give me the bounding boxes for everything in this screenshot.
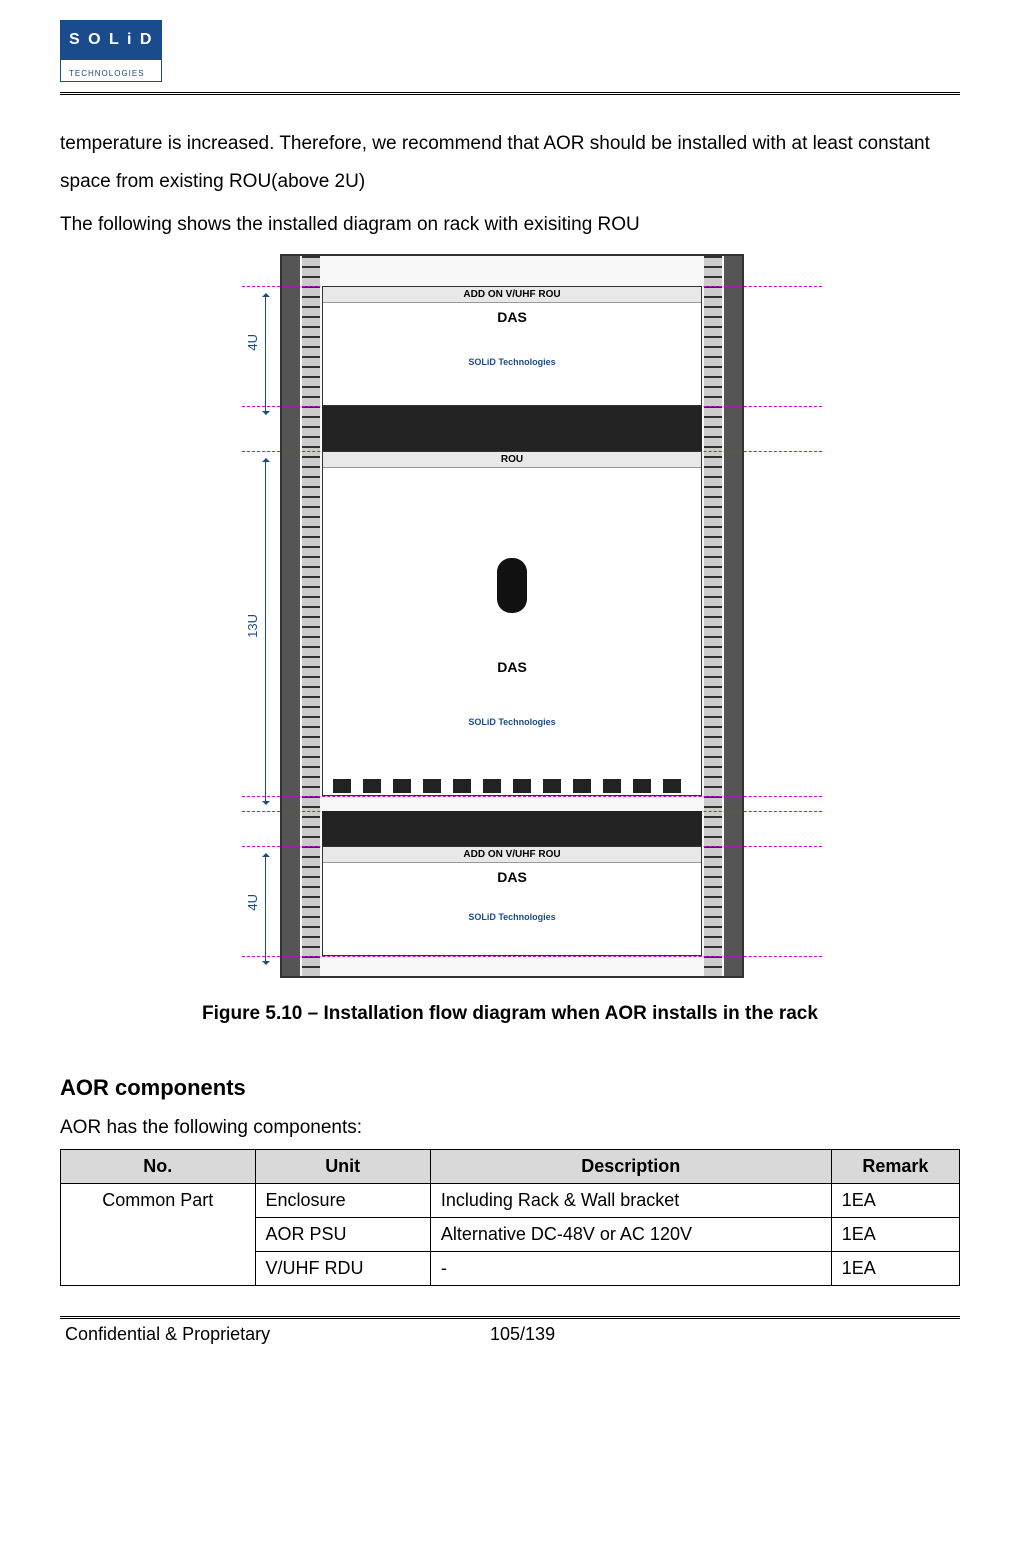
section-intro: AOR has the following components: — [60, 1109, 960, 1147]
guide-line — [242, 796, 822, 797]
dimension-label-mid: 13U — [245, 614, 260, 638]
rack-outer-rail-right — [724, 256, 742, 976]
table-row: Common Part Enclosure Including Rack & W… — [61, 1184, 960, 1218]
logo-sub-text: TECHNOLOGIES — [69, 69, 145, 78]
rack-unit-addon-bottom: ADD ON V/UHF ROU DAS SOLiD Technologies — [322, 846, 702, 956]
das-logo-text: DAS — [323, 659, 701, 675]
th-description: Description — [430, 1150, 831, 1184]
th-no: No. — [61, 1150, 256, 1184]
rack-rail-right — [704, 256, 722, 976]
paragraph-1: temperature is increased. Therefore, we … — [60, 125, 960, 201]
das-logo-text: DAS — [323, 309, 701, 325]
rack-unit-rou: ROU DAS SOLiD Technologies — [322, 451, 702, 796]
unit-label: ROU — [323, 452, 701, 468]
td-remark: 1EA — [831, 1218, 959, 1252]
rack-gap — [322, 811, 702, 846]
logo-brand-text: S O L i D — [69, 31, 153, 49]
dimension-label-bot: 4U — [245, 894, 260, 911]
footer-divider — [60, 1316, 960, 1319]
rack-outer-rail-left — [282, 256, 300, 976]
solid-brand-text: SOLiD Technologies — [323, 717, 701, 727]
page-footer: Confidential & Proprietary 105/139 — [60, 1324, 960, 1345]
header-divider — [60, 92, 960, 95]
td-unit: V/UHF RDU — [255, 1252, 430, 1286]
connector-row — [333, 779, 691, 793]
paragraph-2: The following shows the installed diagra… — [60, 206, 960, 244]
solid-brand-text: SOLiD Technologies — [323, 912, 701, 922]
figure-caption: Figure 5.10 – Installation flow diagram … — [60, 1003, 960, 1025]
footer-spacer — [775, 1324, 955, 1345]
section-heading: AOR components — [60, 1075, 960, 1101]
td-desc: Alternative DC-48V or AC 120V — [430, 1218, 831, 1252]
unit-label: ADD ON V/UHF ROU — [323, 847, 701, 863]
dimension-line-bot — [265, 854, 266, 964]
brand-logo: S O L i D TECHNOLOGIES — [60, 20, 162, 82]
th-unit: Unit — [255, 1150, 430, 1184]
table-header-row: No. Unit Description Remark — [61, 1150, 960, 1184]
footer-left: Confidential & Proprietary — [65, 1324, 270, 1345]
td-unit: Enclosure — [255, 1184, 430, 1218]
components-table: No. Unit Description Remark Common Part … — [60, 1149, 960, 1286]
td-desc: Including Rack & Wall bracket — [430, 1184, 831, 1218]
das-logo-text: DAS — [323, 869, 701, 885]
footer-page-number: 105/139 — [490, 1324, 555, 1345]
td-group: Common Part — [61, 1184, 256, 1286]
solid-brand-text: SOLiD Technologies — [323, 357, 701, 367]
dimension-line-top — [265, 294, 266, 414]
dimension-label-top: 4U — [245, 334, 260, 351]
unit-label: ADD ON V/UHF ROU — [323, 287, 701, 303]
rack-diagram: ADD ON V/UHF ROU DAS SOLiD Technologies … — [280, 254, 744, 978]
rou-module-icon — [497, 558, 527, 613]
th-remark: Remark — [831, 1150, 959, 1184]
td-desc: - — [430, 1252, 831, 1286]
rack-diagram-wrapper: ADD ON V/UHF ROU DAS SOLiD Technologies … — [230, 254, 790, 978]
rack-rail-left — [302, 256, 320, 976]
td-unit: AOR PSU — [255, 1218, 430, 1252]
dimension-line-mid — [265, 459, 266, 804]
td-remark: 1EA — [831, 1252, 959, 1286]
td-remark: 1EA — [831, 1184, 959, 1218]
guide-line — [242, 956, 822, 957]
rack-unit-addon-top: ADD ON V/UHF ROU DAS SOLiD Technologies — [322, 286, 702, 406]
rack-gap — [322, 406, 702, 451]
